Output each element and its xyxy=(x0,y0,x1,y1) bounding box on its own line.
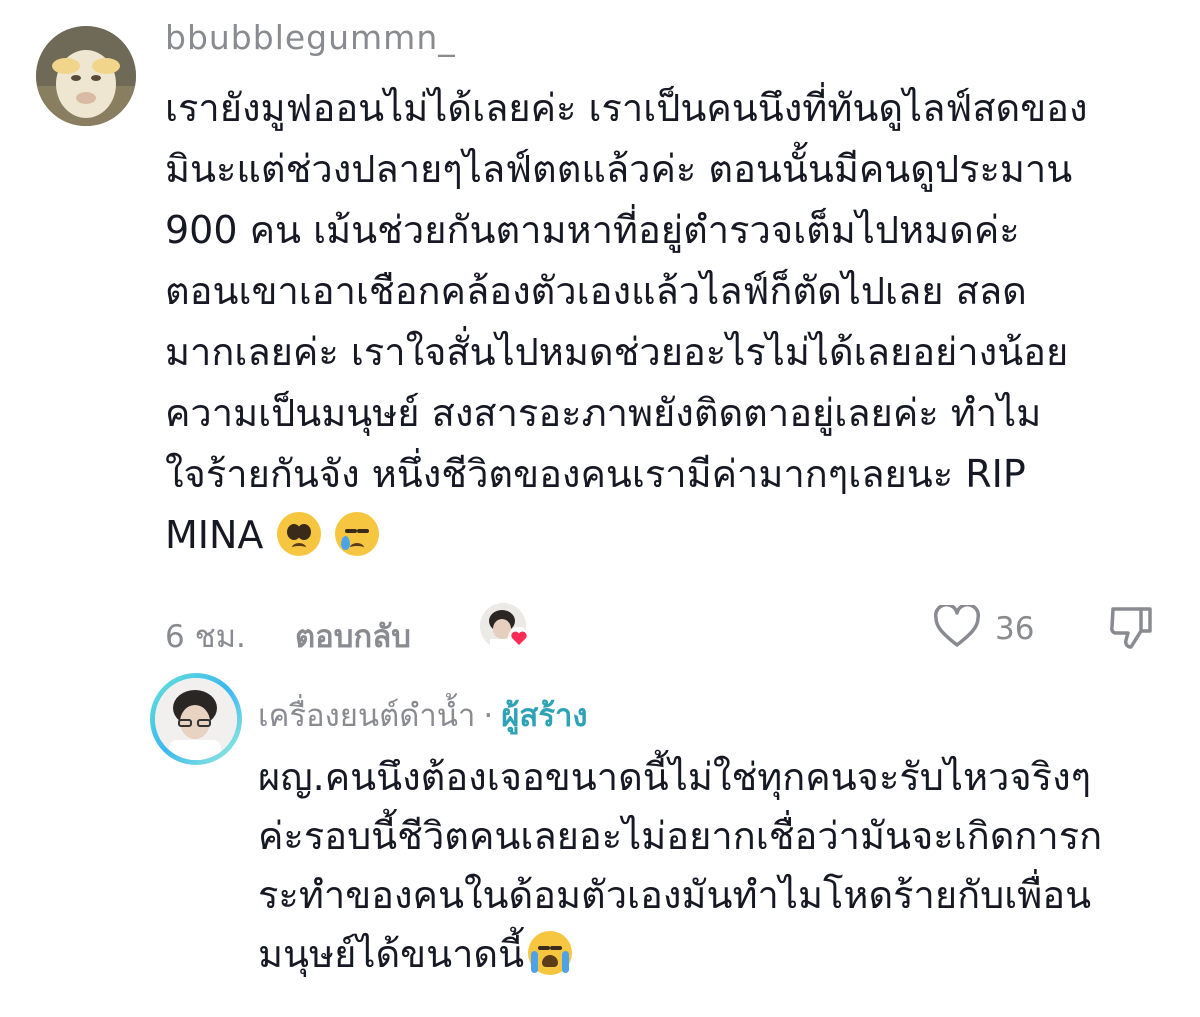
heart-outline-icon[interactable] xyxy=(933,605,981,649)
reply-text: ผญ.คนนึงต้องเจอขนาดนี้ไม่ใช่ทุกคนจะรับไห… xyxy=(258,748,1178,984)
crying-face-icon xyxy=(335,512,380,556)
reply-line: มนุษย์ได้ขนาดนี้ xyxy=(258,932,525,976)
reply-line: ระทำของคนในด้อมตัวเองมันทำไมโหดร้ายกับเพ… xyxy=(258,873,1092,917)
commenter-username[interactable]: bbubblegummn_ xyxy=(165,18,456,57)
comment-line: ใจร้ายกันจัง หนึ่งชีวิตของคนเรามีค่ามากๆ… xyxy=(165,452,1026,496)
comment-text: เรายังมูฟออนไม่ได้เลยค่ะ เราเป็นคนนึงที่… xyxy=(165,78,1175,566)
comment-line: เรายังมูฟออนไม่ได้เลยค่ะ เราเป็นคนนึงที่… xyxy=(165,86,1088,130)
comment-line: มินะแต่ช่วงปลายๆไลฟ์ตตแล้วค่ะ ตอนนั้นมีค… xyxy=(165,147,1073,191)
comment-line: มากเลยค่ะ เราใจสั่นไปหมดช่วยอะไรไม่ได้เล… xyxy=(165,330,1069,374)
dislike-icon[interactable] xyxy=(1107,603,1155,651)
reply-button[interactable]: ตอบกลับ xyxy=(295,611,411,661)
comment-line: 900 คน เม้นช่วยกันตามหาที่อยู่ตำรวจเต็มไ… xyxy=(165,208,1020,252)
comment-line-last: MINA xyxy=(165,505,1175,566)
reply-line: ผญ.คนนึงต้องเจอขนาดนี้ไม่ใช่ทุกคนจะรับไห… xyxy=(258,755,1092,799)
reply-header: เครื่องยนต์ดำน้ำ · ผู้สร้าง xyxy=(258,690,588,740)
loudly-crying-face-icon xyxy=(528,931,573,975)
reply-line-last: มนุษย์ได้ขนาดนี้ xyxy=(258,925,1178,984)
comment-line: MINA xyxy=(165,513,264,557)
creator-avatar-photo xyxy=(155,678,237,760)
heart-badge-icon xyxy=(508,627,530,649)
reply-line: ค่ะรอบนี้ชีวิตคนเลยอะไม่อยากเชื่อว่ามันจ… xyxy=(258,814,1103,858)
comment-line: ความเป็นมนุษย์ สงสารอะภาพยังติดตาอยู่เลย… xyxy=(165,391,1042,435)
commenter-avatar[interactable] xyxy=(36,26,136,126)
creator-avatar[interactable] xyxy=(150,673,242,765)
separator-dot: · xyxy=(483,698,494,734)
like-count: 36 xyxy=(995,611,1035,647)
comment-timestamp: 6 ชม. xyxy=(165,619,246,655)
comment-actions: 6 ชม. ตอบกลับ 36 xyxy=(165,603,1165,655)
creator-badge: ผู้สร้าง xyxy=(501,698,588,734)
reply-username[interactable]: เครื่องยนต์ดำน้ำ xyxy=(258,698,475,734)
pleading-face-icon xyxy=(277,512,322,556)
comment-line: ตอนเขาเอาเชือกคล้องตัวเองแล้วไลฟ์ก็ตัดไป… xyxy=(165,269,1027,313)
